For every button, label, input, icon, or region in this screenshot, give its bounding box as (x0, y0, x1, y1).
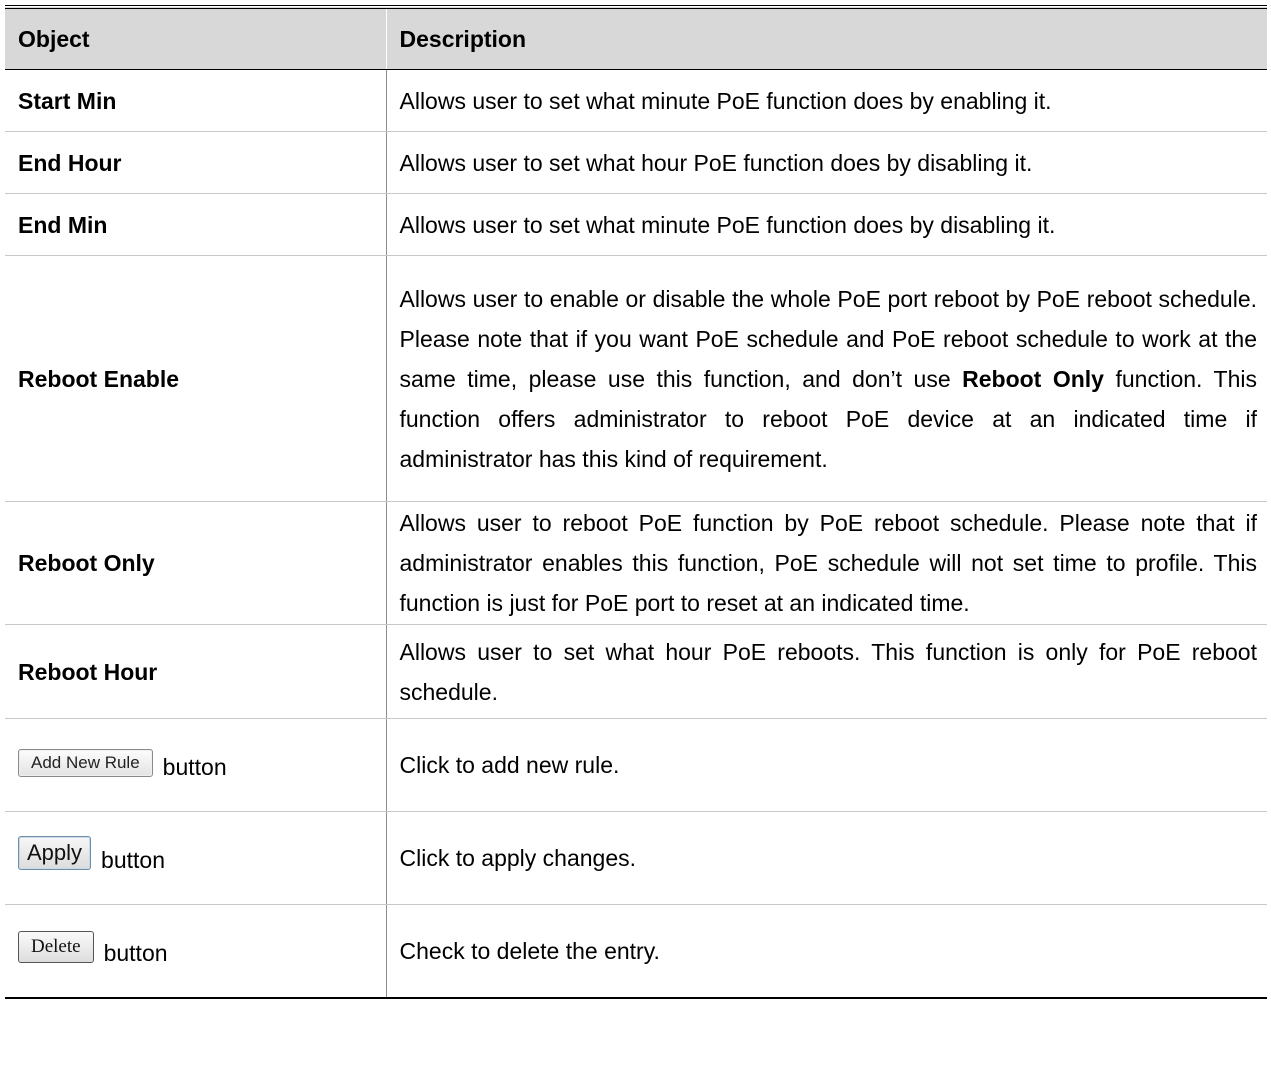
object-cell: Add New Rule button (5, 718, 387, 812)
object-cell: Start Min (5, 69, 387, 132)
table-row-delete: Delete button Check to delete the entry. (5, 904, 1267, 999)
reboot-only-reference: Reboot Only (962, 365, 1104, 392)
table-row-reboot-only: Reboot Only Allows user to reboot PoE fu… (5, 501, 1267, 625)
table-row-end-min: End Min Allows user to set what minute P… (5, 193, 1267, 256)
table-row-reboot-enable: Reboot Enable Allows user to enable or d… (5, 255, 1267, 502)
object-cell: Reboot Only (5, 501, 387, 625)
description-cell: Allows user to set what minute PoE funct… (386, 69, 1267, 132)
object-cell: End Hour (5, 131, 387, 194)
object-cell: End Min (5, 193, 387, 256)
header-object: Object (5, 7, 386, 70)
description-cell: Check to delete the entry. (386, 904, 1267, 999)
table-row-end-hour: End Hour Allows user to set what hour Po… (5, 131, 1267, 194)
table-row-add-new-rule: Add New Rule button Click to add new rule… (5, 718, 1267, 812)
delete-button[interactable]: Delete (18, 930, 94, 963)
description-cell: Click to apply changes. (386, 811, 1267, 905)
button-suffix: button (103, 939, 168, 966)
table-row-reboot-hour: Reboot Hour Allows user to set what hour… (5, 624, 1267, 719)
add-new-rule-button[interactable]: Add New Rule (18, 749, 153, 777)
description-cell: Allows user to set what minute PoE funct… (386, 193, 1267, 256)
description-cell: Allows user to enable or disable the who… (386, 255, 1267, 502)
table-row-start-min: Start Min Allows user to set what minute… (5, 69, 1267, 132)
description-cell: Click to add new rule. (386, 718, 1267, 812)
table-header-row: Object Description (5, 7, 1267, 70)
object-cell: Reboot Hour (5, 624, 387, 719)
button-suffix: button (101, 847, 165, 873)
description-cell: Allows user to set what hour PoE functio… (386, 131, 1267, 194)
description-cell: Allows user to reboot PoE function by Po… (386, 501, 1267, 625)
object-cell: Apply button (5, 811, 387, 905)
object-cell: Delete button (5, 904, 387, 999)
apply-button[interactable]: Apply (18, 836, 92, 870)
object-cell: Reboot Enable (5, 255, 387, 502)
object-description-table: Object Description Start Min Allows user… (5, 5, 1267, 999)
table-row-apply: Apply button Click to apply changes. (5, 811, 1267, 905)
description-cell: Allows user to set what hour PoE reboots… (386, 624, 1267, 719)
button-suffix: button (162, 754, 227, 780)
header-description: Description (385, 7, 1267, 70)
